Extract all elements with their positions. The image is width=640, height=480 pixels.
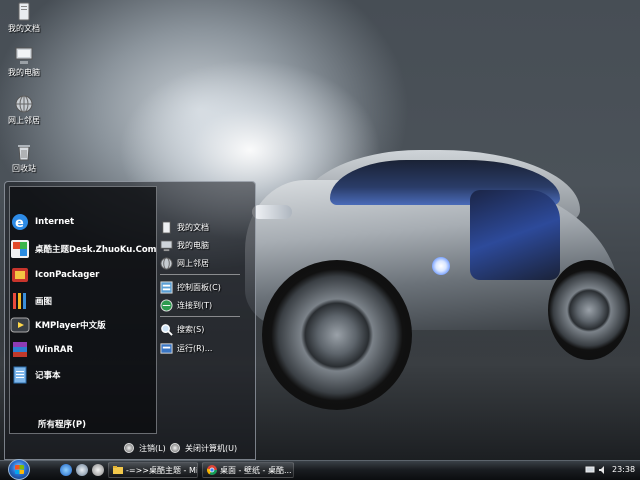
logoff-button[interactable]: 注销(L)	[124, 442, 166, 454]
taskbar-task-zhuoku-folder[interactable]: -=>>桌酷主题 - Mi...	[108, 462, 198, 478]
quicklaunch-media-icon[interactable]	[76, 464, 88, 476]
system-tray	[585, 462, 608, 478]
desktop-icon-my-documents[interactable]: 我的文档	[4, 2, 44, 34]
program-winrar[interactable]: WinRAR	[10, 339, 73, 361]
program-kmplayer[interactable]: KMPlayer中文版	[10, 314, 106, 336]
shutdown-label: 关闭计算机(U)	[185, 443, 238, 453]
logoff-label: 注销(L)	[139, 443, 166, 453]
wallpaper-car-door-glass	[470, 190, 560, 280]
program-label: WinRAR	[35, 345, 74, 355]
place-my-documents[interactable]: 我的文档	[160, 219, 209, 235]
network-icon	[160, 256, 173, 270]
wallpaper-rear-wheel	[548, 260, 630, 360]
menu-separator	[160, 274, 240, 275]
connect-to-icon	[160, 298, 173, 312]
desktop-icon-label: 我的文档	[8, 24, 40, 33]
folder-icon	[113, 466, 123, 474]
place-control-panel[interactable]: 控制面板(C)	[160, 279, 221, 295]
place-connect-to[interactable]: 连接到(T)	[160, 297, 212, 313]
shutdown-button[interactable]: 关闭计算机(U)	[170, 442, 237, 454]
program-label: Internet	[35, 217, 75, 227]
windows-logo-icon	[15, 465, 24, 474]
iconpackager-icon	[12, 268, 28, 282]
menu-separator	[160, 316, 240, 317]
internet-explorer-icon: e	[12, 214, 28, 231]
volume-icon[interactable]	[598, 465, 608, 475]
place-run[interactable]: 运行(R)...	[160, 340, 212, 356]
network-places-icon	[15, 95, 33, 113]
place-label: 我的电脑	[177, 240, 209, 250]
desktop-icon-recycle-bin[interactable]: 回收站	[4, 142, 44, 174]
program-zhuoku-theme[interactable]: 桌酷主题Desk.ZhuoKu.Com	[10, 238, 157, 260]
place-search[interactable]: 搜索(S)	[160, 321, 204, 337]
program-label: 记事本	[35, 371, 61, 381]
desktop-icon-label: 网上邻居	[8, 116, 40, 125]
program-notepad[interactable]: 记事本	[10, 364, 61, 386]
program-paint[interactable]: 画图	[10, 290, 52, 312]
my-computer-icon	[15, 47, 33, 64]
notepad-icon	[13, 366, 27, 384]
program-label: IconPackager	[35, 270, 100, 280]
place-label: 搜索(S)	[177, 324, 205, 334]
place-my-computer[interactable]: 我的电脑	[160, 237, 209, 253]
computer-icon	[160, 239, 173, 251]
quicklaunch-ie-icon[interactable]	[60, 464, 72, 476]
wallpaper-car-headlight	[252, 205, 292, 219]
control-panel-icon	[160, 280, 173, 294]
chrome-icon	[207, 465, 217, 475]
desktop-icon-label: 回收站	[12, 164, 36, 173]
quicklaunch-desktop-icon[interactable]	[92, 464, 104, 476]
all-programs-button[interactable]: 所有程序(P)	[38, 418, 86, 430]
svg-text:e: e	[15, 216, 24, 231]
wallpaper-front-wheel	[262, 260, 412, 410]
documents-icon	[162, 220, 171, 234]
wallpaper-car-logo	[432, 257, 450, 275]
place-label: 控制面板(C)	[177, 282, 221, 292]
logoff-icon	[124, 443, 134, 453]
program-label: 画图	[35, 297, 53, 307]
place-label: 我的文档	[177, 222, 209, 232]
recycle-bin-icon	[18, 145, 30, 161]
desktop-icon-label: 我的电脑	[8, 68, 40, 77]
program-iconpackager[interactable]: IconPackager	[10, 264, 99, 286]
zhuoku-theme-icon	[11, 240, 29, 258]
start-button[interactable]	[8, 459, 30, 480]
power-icon	[170, 443, 180, 453]
desktop-icon-my-computer[interactable]: 我的电脑	[4, 46, 44, 78]
search-icon	[161, 323, 173, 336]
place-label: 网上邻居	[177, 258, 209, 268]
program-internet[interactable]: e Internet	[10, 211, 74, 233]
paint-icon	[13, 293, 26, 309]
kmplayer-icon	[10, 317, 30, 333]
taskbar-clock[interactable]: 23:38	[612, 465, 635, 474]
program-label: 桌酷主题Desk.ZhuoKu.Com	[35, 245, 157, 255]
task-label: 桌面 - 壁纸 - 桌酷...	[220, 465, 292, 475]
desktop-icon-network-places[interactable]: 网上邻居	[4, 94, 44, 126]
place-label: 连接到(T)	[177, 300, 213, 310]
place-label: 运行(R)...	[177, 343, 213, 353]
taskbar-task-browser[interactable]: 桌面 - 壁纸 - 桌酷...	[202, 462, 294, 478]
place-network[interactable]: 网上邻居	[160, 255, 209, 271]
run-icon	[160, 342, 173, 354]
winrar-icon	[13, 342, 27, 357]
program-label: KMPlayer中文版	[35, 321, 106, 331]
network-tray-icon[interactable]	[585, 465, 595, 475]
task-label: -=>>桌酷主题 - Mi...	[126, 465, 198, 475]
my-documents-icon	[18, 2, 30, 21]
